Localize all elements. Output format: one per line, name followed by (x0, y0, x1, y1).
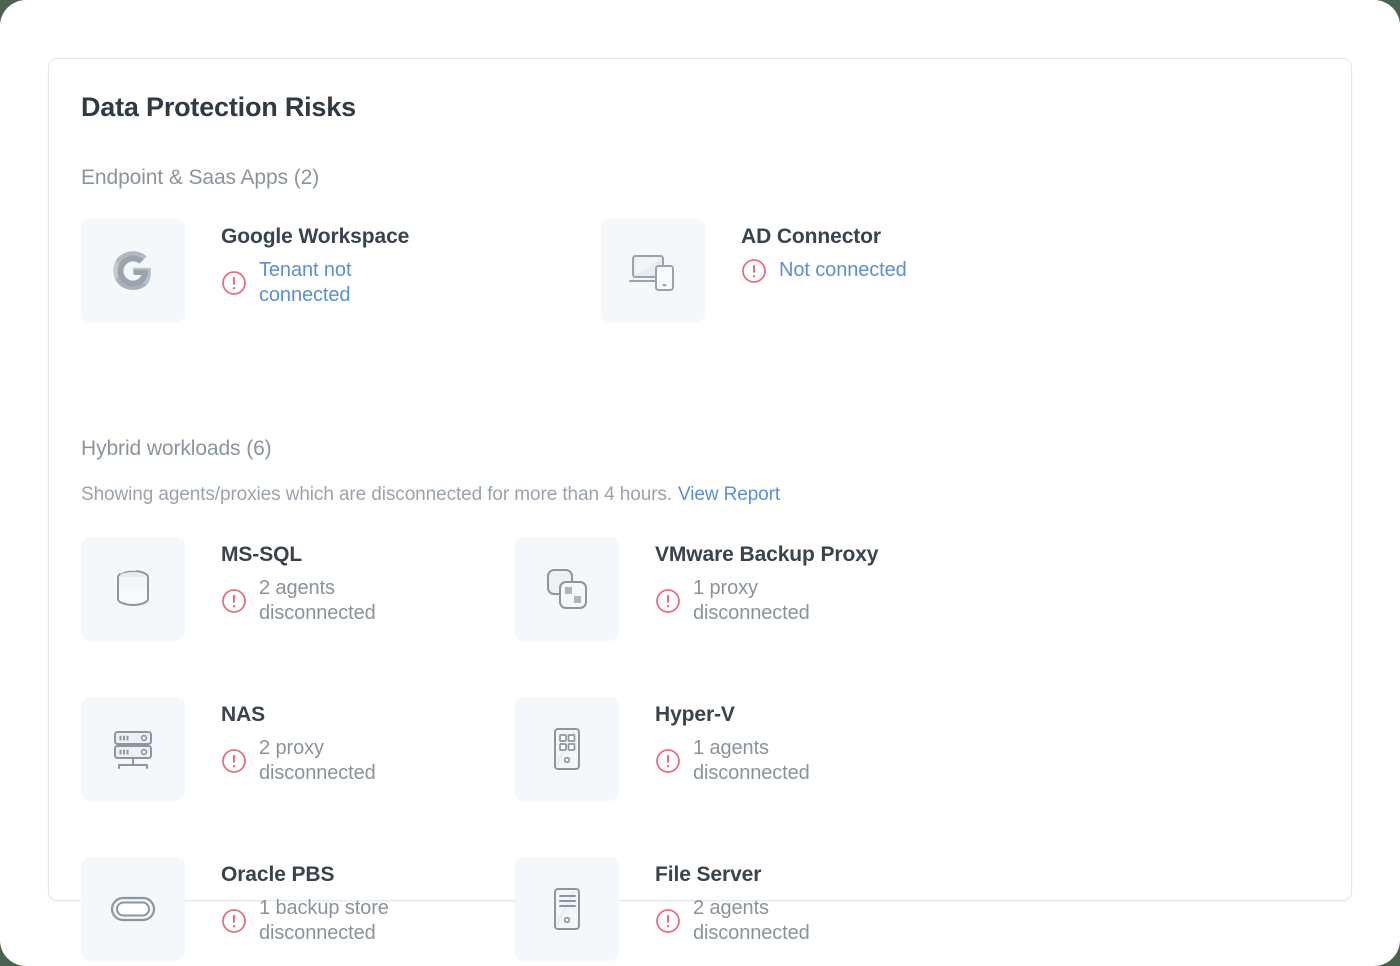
alert-circle-icon (655, 748, 681, 774)
alert-circle-icon (741, 258, 767, 284)
status-row: Not connected (741, 258, 907, 284)
risk-tile-ad-connector[interactable]: AD Connector Not connected (601, 219, 1121, 354)
alert-circle-icon (221, 748, 247, 774)
tile-body: NAS 2 proxy disconnected (221, 697, 444, 786)
status-text: 2 agents disconnected (693, 897, 810, 945)
google-workspace-icon (105, 243, 161, 299)
status-row: Tenant not connected (221, 258, 444, 308)
section-heading-hybrid: Hybrid workloads (6) (81, 437, 272, 460)
status-row: 2 agents disconnected (655, 896, 878, 946)
hybrid-workloads-grid: MS-SQL 2 agents disconnected VMware Back… (81, 537, 1321, 966)
tile-title: MS-SQL (221, 543, 303, 566)
tile-body: MS-SQL 2 agents disconnected (221, 537, 444, 626)
status-row: 2 proxy disconnected (221, 736, 444, 786)
section-heading-endpoint: Endpoint & Saas Apps (2) (81, 166, 320, 189)
tile-body: Hyper-V 1 agents disconnected (655, 697, 878, 786)
file-server-icon (541, 883, 593, 935)
tile-title: Google Workspace (221, 225, 410, 248)
alert-circle-icon (221, 588, 247, 614)
nas-icon-box (81, 697, 185, 801)
risk-tile-nas[interactable]: NAS 2 proxy disconnected (81, 697, 515, 857)
tile-title: File Server (655, 863, 762, 886)
page-root: Data Protection Risks Endpoint & Saas Ap… (0, 0, 1400, 966)
devices-icon (625, 243, 681, 299)
risk-tile-file-server[interactable]: File Server 2 agents disconnected (515, 857, 949, 966)
tile-title: AD Connector (741, 225, 881, 248)
status-text: 1 proxy disconnected (693, 577, 810, 625)
status-row: 1 backup store disconnected (221, 896, 489, 946)
hybrid-subtext-row: Showing agents/proxies which are disconn… (81, 484, 780, 506)
tile-title: NAS (221, 703, 266, 726)
tile-title: Hyper-V (655, 703, 735, 726)
database-icon (107, 563, 159, 615)
risk-tile-hyper-v[interactable]: Hyper-V 1 agents disconnected (515, 697, 949, 857)
status-text: 2 agents disconnected (259, 577, 376, 625)
risk-tile-ms-sql[interactable]: MS-SQL 2 agents disconnected (81, 537, 515, 697)
hybrid-subtext: Showing agents/proxies which are disconn… (81, 484, 672, 505)
data-protection-risks-card: Data Protection Risks Endpoint & Saas Ap… (48, 58, 1352, 961)
status-text[interactable]: Not connected (779, 258, 907, 283)
risk-tile-oracle-pbs[interactable]: Oracle PBS 1 backup store disconnected (81, 857, 515, 966)
status-row: 1 proxy disconnected (655, 576, 878, 626)
page-title: Data Protection Risks (81, 92, 356, 122)
nas-storage-icon (107, 723, 159, 775)
tile-body: Google Workspace Tenant not connected (221, 219, 444, 308)
view-report-link[interactable]: View Report (678, 484, 780, 505)
status-row: 1 agents disconnected (655, 736, 878, 786)
status-text: 2 proxy disconnected (259, 737, 376, 785)
status-text: 1 backup store disconnected (259, 897, 389, 945)
tile-title: VMware Backup Proxy (655, 543, 879, 566)
vmware-icon (541, 563, 593, 615)
tile-body: File Server 2 agents disconnected (655, 857, 878, 946)
status-text: 1 agents disconnected (693, 737, 810, 785)
status-text[interactable]: Tenant not connected (259, 258, 444, 308)
hyper-v-icon-box (515, 697, 619, 801)
tile-body: Oracle PBS 1 backup store disconnected (221, 857, 489, 946)
ms-sql-icon-box (81, 537, 185, 641)
risk-tile-google-workspace[interactable]: Google Workspace Tenant not connected (81, 219, 601, 354)
ad-connector-icon-box (601, 219, 705, 323)
status-row: 2 agents disconnected (221, 576, 444, 626)
alert-circle-icon (221, 270, 247, 296)
endpoint-apps-grid: Google Workspace Tenant not connected AD… (81, 219, 1321, 354)
tile-title: Oracle PBS (221, 863, 335, 886)
oracle-pbs-icon-box (81, 857, 185, 961)
alert-circle-icon (655, 588, 681, 614)
vmware-icon-box (515, 537, 619, 641)
alert-circle-icon (655, 908, 681, 934)
google-workspace-icon-box (81, 219, 185, 323)
alert-circle-icon (221, 908, 247, 934)
tile-body: AD Connector Not connected (741, 219, 907, 284)
risk-tile-vmware-backup-proxy[interactable]: VMware Backup Proxy 1 proxy disconnected (515, 537, 949, 697)
hyperv-server-icon (541, 723, 593, 775)
file-server-icon-box (515, 857, 619, 961)
oracle-pill-icon (107, 883, 159, 935)
tile-body: VMware Backup Proxy 1 proxy disconnected (655, 537, 878, 626)
